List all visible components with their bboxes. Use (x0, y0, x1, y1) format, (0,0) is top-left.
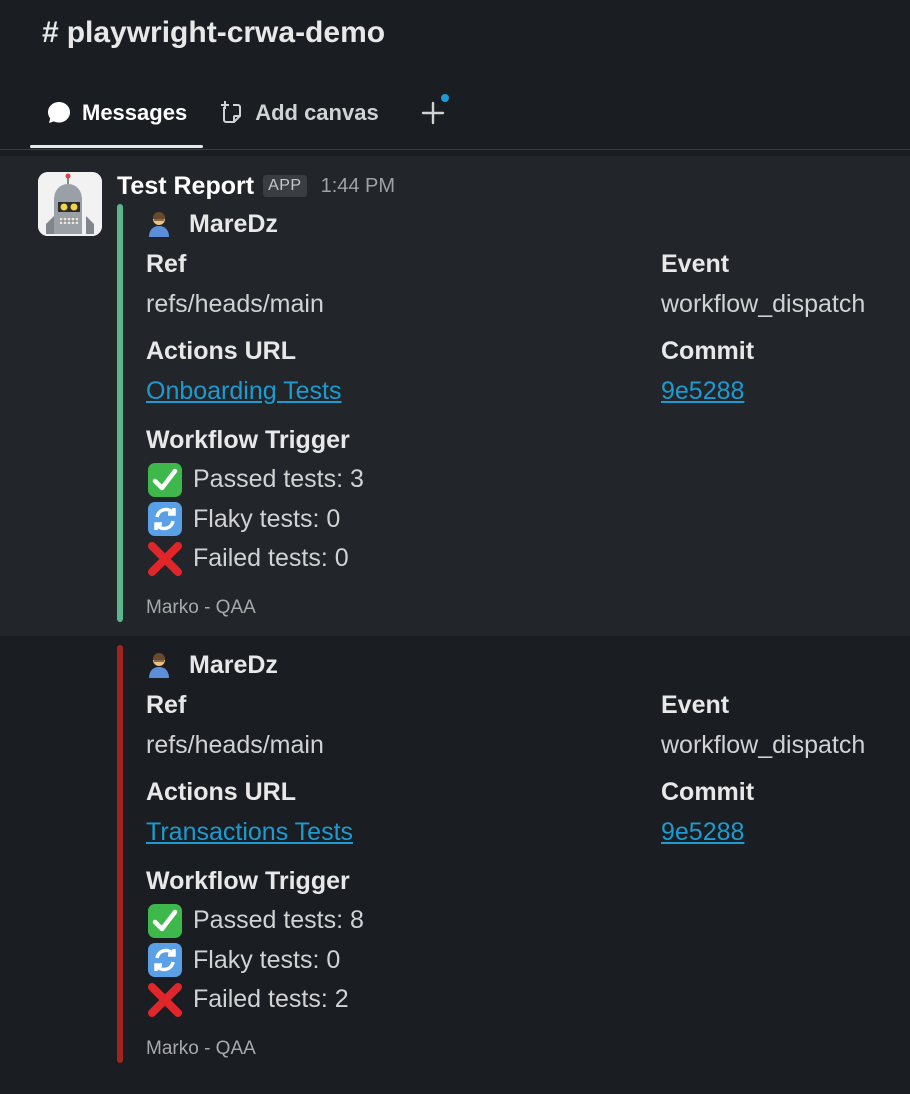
workflow-trigger-title: Workflow Trigger (146, 426, 350, 454)
field-value: refs/heads/main (146, 731, 324, 759)
add-tab-button[interactable] (413, 90, 453, 136)
field-label: Actions URL (146, 778, 296, 806)
field-label: Event (661, 250, 730, 278)
sender-name[interactable]: Test Report (117, 172, 254, 201)
message-timestamp[interactable]: 1:44 PM (321, 175, 395, 198)
canvas-icon (219, 100, 245, 126)
flaky-tests-text: Flaky tests: 0 (193, 945, 341, 974)
field-value: workflow_dispatch (661, 290, 866, 318)
field-actions-url: Actions URL Transactions Tests (146, 772, 353, 852)
app-badge: APP (263, 175, 307, 197)
attachment-footer: Marko - QAA (146, 1037, 256, 1059)
field-actions-url: Actions URL Onboarding Tests (146, 331, 342, 411)
attachment-color-bar (117, 645, 123, 1063)
field-label: Actions URL (146, 337, 296, 365)
actions-link[interactable]: Transactions Tests (146, 812, 353, 852)
cross-mark-icon (146, 540, 184, 578)
channel-hash: # (42, 16, 59, 49)
failed-tests-text: Failed tests: 2 (193, 985, 349, 1014)
chat-bubble-icon (46, 100, 72, 126)
field-event: Event workflow_dispatch (661, 685, 865, 765)
attachment-fields: Ref refs/heads/main Event workflow_dispa… (146, 244, 897, 420)
flaky-tests-row: Flaky tests: 0 (146, 500, 897, 540)
plus-icon (421, 101, 444, 125)
workflow-trigger-title: Workflow Trigger (146, 867, 350, 895)
channel-title[interactable]: # playwright-crwa-demo (42, 16, 385, 50)
field-label: Commit (661, 337, 755, 365)
check-mark-icon (146, 902, 184, 940)
author-row: MareDz (146, 204, 897, 244)
failed-tests-row: Failed tests: 0 (146, 539, 897, 579)
channel-tabs: Messages Add canvas (30, 90, 453, 148)
notification-dot (440, 94, 449, 102)
field-commit: Commit 9e5288 (661, 772, 754, 852)
field-commit: Commit 9e5288 (661, 331, 754, 411)
tab-add-canvas-label: Add canvas (255, 100, 379, 125)
passed-tests-text: Passed tests: 8 (193, 906, 364, 935)
attachment-content: MareDz Ref refs/heads/main Event workflo… (146, 645, 897, 1060)
author-row: MareDz (146, 645, 897, 685)
flaky-tests-row: Flaky tests: 0 (146, 941, 897, 981)
passed-tests-row: Passed tests: 3 (146, 460, 897, 500)
flaky-tests-text: Flaky tests: 0 (193, 504, 341, 533)
commit-link[interactable]: 9e5288 (661, 812, 754, 852)
refresh-icon (146, 500, 184, 538)
tab-messages-label: Messages (82, 100, 188, 125)
field-label: Ref (146, 691, 187, 719)
field-value: workflow_dispatch (661, 731, 866, 759)
field-label: Event (661, 691, 730, 719)
field-ref: Ref refs/heads/main (146, 685, 324, 765)
attachment-1: MareDz Ref refs/heads/main Event workflo… (117, 204, 897, 622)
person-icon (149, 653, 169, 678)
field-ref: Ref refs/heads/main (146, 244, 324, 324)
person-icon (149, 212, 169, 237)
author-name[interactable]: MareDz (189, 651, 278, 680)
cross-mark-icon (146, 981, 184, 1019)
robot-avatar-icon (38, 172, 102, 236)
failed-tests-row: Failed tests: 2 (146, 980, 897, 1020)
app-avatar[interactable] (38, 172, 102, 236)
field-label: Commit (661, 778, 755, 806)
tab-add-canvas[interactable]: Add canvas (203, 90, 395, 136)
attachment-color-bar (117, 204, 123, 622)
attachment-2: MareDz Ref refs/heads/main Event workflo… (117, 645, 897, 1063)
check-mark-icon (146, 461, 184, 499)
tab-messages[interactable]: Messages (30, 90, 204, 148)
channel-header: # playwright-crwa-demo Messages Add canv… (0, 0, 910, 150)
attachment-footer: Marko - QAA (146, 596, 256, 618)
refresh-icon (146, 941, 184, 979)
attachment-content: MareDz Ref refs/heads/main Event workflo… (146, 204, 897, 619)
field-label: Ref (146, 250, 187, 278)
author-name[interactable]: MareDz (189, 210, 278, 239)
failed-tests-text: Failed tests: 0 (193, 544, 349, 573)
actions-link[interactable]: Onboarding Tests (146, 371, 342, 411)
attachment-fields: Ref refs/heads/main Event workflow_dispa… (146, 685, 897, 861)
passed-tests-row: Passed tests: 8 (146, 901, 897, 941)
commit-link[interactable]: 9e5288 (661, 371, 754, 411)
channel-name: playwright-crwa-demo (66, 16, 386, 49)
field-value: refs/heads/main (146, 290, 324, 318)
field-event: Event workflow_dispatch (661, 244, 865, 324)
passed-tests-text: Passed tests: 3 (193, 465, 364, 494)
message-header: Test Report APP 1:44 PM (117, 170, 395, 202)
